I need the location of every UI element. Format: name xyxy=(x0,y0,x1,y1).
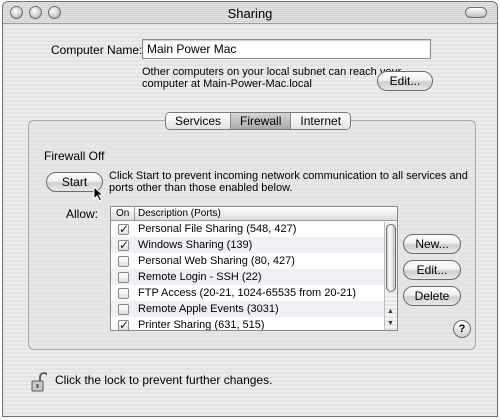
row-checkbox[interactable] xyxy=(118,238,129,252)
toolbar-toggle-button[interactable] xyxy=(465,7,487,18)
table-row[interactable]: Printer Sharing (631, 515) xyxy=(111,317,397,331)
delete-rule-button[interactable]: Delete xyxy=(403,286,461,306)
table-row[interactable]: Personal Web Sharing (80, 427) xyxy=(111,253,397,269)
tab-firewall[interactable]: Firewall xyxy=(231,113,292,129)
firewall-info-line1: Click Start to prevent incoming network … xyxy=(109,170,468,182)
row-checkbox[interactable] xyxy=(118,255,129,267)
row-label: Personal Web Sharing (80, 427) xyxy=(138,255,295,267)
lock-icon[interactable] xyxy=(31,372,47,392)
scrollbar-thumb[interactable] xyxy=(386,224,396,292)
row-label: FTP Access (20-21, 1024-65535 from 20-21… xyxy=(138,287,357,299)
row-label: Printer Sharing (631, 515) xyxy=(138,319,265,331)
table-row[interactable]: FTP Access (20-21, 1024-65535 from 20-21… xyxy=(111,285,397,301)
row-checkbox[interactable] xyxy=(118,303,129,315)
tab-bar: Services Firewall Internet xyxy=(165,112,352,130)
firewall-status: Firewall Off xyxy=(44,149,105,163)
column-on-header[interactable]: On xyxy=(111,207,135,220)
subnet-note-line2: computer at Main-Power-Mac.local xyxy=(142,78,312,90)
computer-name-edit-button[interactable]: Edit... xyxy=(377,71,433,91)
subnet-note-line1: Other computers on your local subnet can… xyxy=(142,66,402,78)
new-rule-button[interactable]: New... xyxy=(403,234,461,254)
table-row[interactable]: Personal File Sharing (548, 427) xyxy=(111,221,397,237)
table-header: On Description (Ports) xyxy=(111,207,397,221)
edit-rule-button[interactable]: Edit... xyxy=(403,260,461,280)
help-icon[interactable]: ? xyxy=(453,320,471,338)
window-title: Sharing xyxy=(227,6,273,21)
pointer-cursor-icon xyxy=(93,186,105,202)
row-checkbox[interactable] xyxy=(118,287,129,299)
row-label: Personal File Sharing (548, 427) xyxy=(138,223,297,235)
row-label: Remote Apple Events (3031) xyxy=(138,303,279,315)
tab-services[interactable]: Services xyxy=(166,113,232,129)
row-checkbox[interactable] xyxy=(118,318,129,330)
sharing-window: Sharing Computer Name: Main Power Mac Ot… xyxy=(2,1,498,417)
scroll-down-icon[interactable]: ▼ xyxy=(387,320,394,327)
table-scrollbar[interactable]: ▲ ▼ xyxy=(384,222,397,330)
row-label: Remote Login - SSH (22) xyxy=(138,271,262,283)
computer-name-field[interactable]: Main Power Mac xyxy=(142,39,431,59)
firewall-info-line2: ports other than those enabled below. xyxy=(109,182,293,194)
tab-internet[interactable]: Internet xyxy=(291,113,351,129)
scroll-up-icon[interactable]: ▲ xyxy=(387,308,394,315)
table-row[interactable]: Remote Login - SSH (22) xyxy=(111,269,397,285)
allow-label: Allow: xyxy=(66,207,99,221)
table-row[interactable]: Remote Apple Events (3031) xyxy=(111,301,397,317)
row-label: Windows Sharing (139) xyxy=(138,239,253,251)
services-table[interactable]: On Description (Ports) Personal File Sha… xyxy=(110,206,398,331)
computer-name-label: Computer Name: xyxy=(51,43,143,57)
table-row[interactable]: Windows Sharing (139) xyxy=(111,237,397,253)
title-bar: Sharing xyxy=(3,2,497,24)
lock-message: Click the lock to prevent further change… xyxy=(55,373,273,387)
row-checkbox[interactable] xyxy=(118,222,129,236)
column-description-header[interactable]: Description (Ports) xyxy=(135,207,221,220)
row-checkbox[interactable] xyxy=(118,271,129,283)
